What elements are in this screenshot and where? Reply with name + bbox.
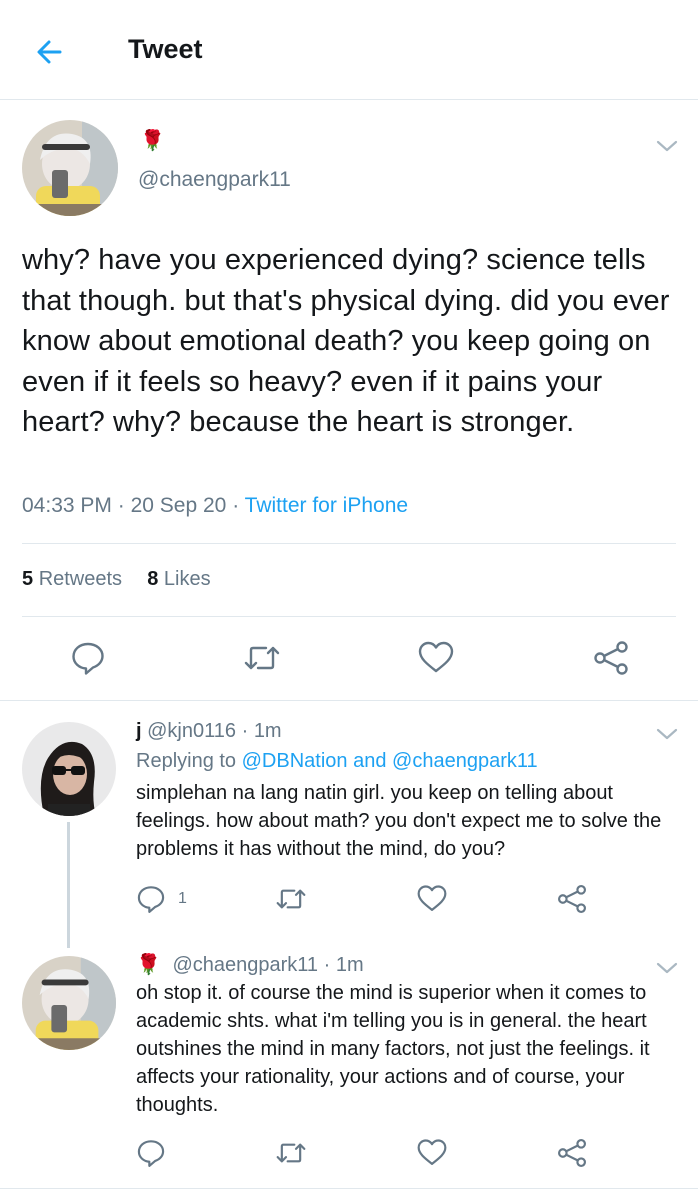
- retweets-count: 5: [22, 568, 34, 590]
- likes-count: 8: [147, 568, 159, 590]
- reply-avatar[interactable]: [22, 956, 116, 1050]
- reply-header: 🌹 @chaengpark11 · 1m: [136, 952, 364, 977]
- mention-link[interactable]: @DBNation: [242, 750, 348, 772]
- tweet-source-link[interactable]: Twitter for iPhone: [245, 494, 408, 517]
- like-button[interactable]: [416, 884, 448, 919]
- author-handle: @chaengpark11: [138, 168, 291, 191]
- share-icon: [557, 885, 586, 913]
- reply-age: 1m: [335, 954, 364, 976]
- back-button[interactable]: [30, 32, 70, 72]
- divider: [22, 616, 676, 617]
- reply-text: oh stop it. of course the mind is superi…: [136, 982, 650, 1116]
- share-button[interactable]: [556, 884, 588, 919]
- reply-icon: [72, 642, 104, 675]
- chevron-down-icon[interactable]: [655, 724, 679, 744]
- author-display-name: 🌹: [140, 130, 165, 152]
- share-button[interactable]: [556, 1138, 588, 1173]
- replying-to: Replying to @DBNation and @chaengpark11: [136, 750, 538, 773]
- mention-link[interactable]: @chaengpark11: [392, 750, 538, 772]
- chevron-down-icon[interactable]: [655, 136, 679, 156]
- tweet-time: 04:33 PM: [22, 494, 112, 517]
- author-avatar[interactable]: [22, 120, 118, 216]
- page-title: Tweet: [128, 34, 203, 64]
- reply-header: j @kjn0116 · 1m: [136, 720, 282, 743]
- retweet-button[interactable]: [274, 884, 308, 919]
- meta-separator: ·: [232, 494, 240, 517]
- like-button[interactable]: [417, 640, 455, 681]
- reply-button[interactable]: [136, 884, 166, 919]
- retweet-icon: [276, 889, 306, 909]
- reply-button[interactable]: [136, 1138, 166, 1173]
- like-icon: [418, 641, 454, 673]
- thread-line: [67, 822, 70, 948]
- reply-text: simplehan na lang natin girl. you keep o…: [136, 782, 662, 860]
- back-arrow-icon: [37, 40, 62, 64]
- tweet-date: 20 Sep 20: [130, 494, 227, 517]
- reply-button[interactable]: [70, 640, 106, 681]
- share-button[interactable]: [592, 640, 630, 681]
- retweet-button[interactable]: [242, 640, 282, 681]
- tweet-stats: 5 Retweets 8 Likes: [22, 568, 211, 591]
- meta-separator: ·: [117, 494, 125, 517]
- meta-separator: ·: [241, 720, 249, 742]
- reply-avatar[interactable]: [22, 722, 116, 816]
- meta-separator: ·: [323, 954, 331, 976]
- reply-icon: [137, 1140, 165, 1167]
- retweet-button[interactable]: [274, 1138, 308, 1173]
- reply-author-name: 🌹: [136, 954, 161, 976]
- reply-author-name: j: [136, 720, 142, 742]
- reply-age: 1m: [253, 720, 282, 742]
- likes-stat[interactable]: 8 Likes: [147, 568, 210, 590]
- reply-author-handle: @kjn0116: [147, 720, 237, 742]
- like-icon: [417, 1139, 447, 1165]
- share-icon: [594, 641, 628, 675]
- tweet-meta: 04:33 PM · 20 Sep 20 · Twitter for iPhon…: [22, 494, 408, 518]
- retweet-icon: [276, 1143, 306, 1163]
- tweet-text: why? have you experienced dying? science…: [22, 244, 670, 438]
- retweets-stat[interactable]: 5 Retweets: [22, 568, 122, 590]
- divider: [22, 543, 676, 544]
- chevron-down-icon[interactable]: [655, 958, 679, 978]
- retweet-icon: [244, 646, 280, 670]
- replying-and[interactable]: and: [353, 750, 386, 772]
- top-bar: Tweet: [0, 0, 698, 100]
- share-icon: [557, 1139, 586, 1167]
- reply-author-handle: @chaengpark11: [172, 954, 319, 976]
- replying-prefix: Replying to: [136, 750, 237, 772]
- like-icon: [417, 885, 447, 911]
- divider: [0, 700, 698, 701]
- likes-label: Likes: [163, 568, 211, 590]
- reply-icon: [137, 886, 165, 913]
- reply-count: 1: [178, 890, 187, 907]
- like-button[interactable]: [416, 1138, 448, 1173]
- retweets-label: Retweets: [38, 568, 123, 590]
- divider: [0, 1188, 698, 1189]
